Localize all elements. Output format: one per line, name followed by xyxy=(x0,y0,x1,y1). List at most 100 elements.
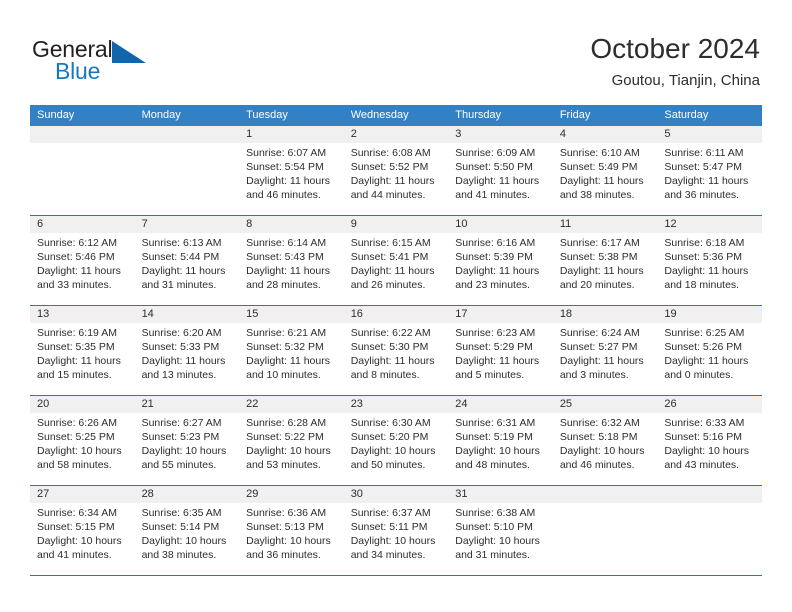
calendar-day-cell[interactable]: 16 Sunrise: 6:22 AM Sunset: 5:30 PM Dayligh… xyxy=(343,306,449,395)
day-number: 8 xyxy=(239,216,344,233)
calendar-day-cell[interactable]: 14 Sunrise: 6:20 AM Sunset: 5:33 PM Dayligh… xyxy=(134,306,240,395)
day-number: 25 xyxy=(552,396,658,413)
general-blue-logo[interactable]: General Blue xyxy=(32,36,162,86)
calendar-day-cell[interactable]: 18 Sunrise: 6:24 AM Sunset: 5:27 PM Dayligh… xyxy=(552,306,658,395)
day-details: Sunrise: 6:14 AM Sunset: 5:43 PM Daylight:… xyxy=(239,233,344,292)
day-number xyxy=(30,126,135,143)
day-details: Sunrise: 6:13 AM Sunset: 5:44 PM Daylight:… xyxy=(135,233,240,292)
day-details: Sunrise: 6:28 AM Sunset: 5:22 PM Daylight:… xyxy=(239,413,344,472)
day-details: Sunrise: 6:09 AM Sunset: 5:50 PM Daylight:… xyxy=(448,143,553,202)
calendar-day-cell[interactable]: 28 Sunrise: 6:35 AM Sunset: 5:14 PM Dayligh… xyxy=(134,486,240,575)
calendar-day-cell[interactable]: 23 Sunrise: 6:30 AM Sunset: 5:20 PM Dayligh… xyxy=(343,396,449,485)
sunset-text: Sunset: 5:52 PM xyxy=(350,161,429,173)
calendar-day-cell[interactable]: 24 Sunrise: 6:31 AM Sunset: 5:19 PM Dayligh… xyxy=(448,396,553,485)
weekday-header-sunday: Sunday xyxy=(37,109,75,121)
sunset-text: Sunset: 5:18 PM xyxy=(559,431,638,443)
sunrise-text: Sunrise: 6:30 AM xyxy=(350,417,431,429)
weekday-header-tuesday: Tuesday xyxy=(246,109,288,121)
day-number: 1 xyxy=(239,126,344,143)
calendar-day-cell[interactable]: 29 Sunrise: 6:36 AM Sunset: 5:13 PM Dayligh… xyxy=(239,486,344,575)
daylight-text: Daylight: 11 hours and 23 minutes. xyxy=(455,265,540,291)
day-details: Sunrise: 6:31 AM Sunset: 5:19 PM Daylight:… xyxy=(448,413,553,472)
calendar-day-cell[interactable]: 11 Sunrise: 6:17 AM Sunset: 5:38 PM Dayligh… xyxy=(552,216,658,305)
sunset-text: Sunset: 5:27 PM xyxy=(559,341,638,353)
day-details: Sunrise: 6:35 AM Sunset: 5:14 PM Daylight:… xyxy=(135,503,240,562)
day-details: Sunrise: 6:30 AM Sunset: 5:20 PM Daylight:… xyxy=(344,413,449,472)
sunset-text: Sunset: 5:14 PM xyxy=(141,521,220,533)
calendar-day-cell[interactable]: 12 Sunrise: 6:18 AM Sunset: 5:36 PM Dayligh… xyxy=(657,216,762,305)
sunset-text: Sunset: 5:16 PM xyxy=(664,431,743,443)
sunrise-text: Sunrise: 6:20 AM xyxy=(141,327,222,339)
daylight-text: Daylight: 10 hours and 31 minutes. xyxy=(455,535,540,561)
weekday-header-thursday: Thursday xyxy=(455,109,502,121)
calendar-day-cell[interactable]: 21 Sunrise: 6:27 AM Sunset: 5:23 PM Dayligh… xyxy=(134,396,240,485)
calendar-day-cell[interactable]: 25 Sunrise: 6:32 AM Sunset: 5:18 PM Dayligh… xyxy=(552,396,658,485)
calendar-day-cell[interactable]: 4 Sunrise: 6:10 AM Sunset: 5:49 PM Daylight… xyxy=(552,126,658,215)
calendar-day-cell[interactable]: 9 Sunrise: 6:15 AM Sunset: 5:41 PM Daylight… xyxy=(343,216,449,305)
day-number: 20 xyxy=(30,396,135,413)
daylight-text: Daylight: 10 hours and 34 minutes. xyxy=(350,535,436,561)
day-details: Sunrise: 6:08 AM Sunset: 5:52 PM Daylight:… xyxy=(344,143,449,202)
calendar-weeks: 1 Sunrise: 6:07 AM Sunset: 5:54 PM Daylight… xyxy=(30,126,762,576)
day-number: 7 xyxy=(134,216,240,233)
sunrise-text: Sunrise: 6:13 AM xyxy=(141,237,222,249)
calendar-day-cell[interactable]: 3 Sunrise: 6:09 AM Sunset: 5:50 PM Daylight… xyxy=(448,126,553,215)
daylight-text: Daylight: 11 hours and 26 minutes. xyxy=(350,265,435,291)
day-number: 18 xyxy=(552,306,658,323)
day-number: 13 xyxy=(30,306,135,323)
brand-name-blue: Blue xyxy=(55,58,101,84)
daylight-text: Daylight: 11 hours and 31 minutes. xyxy=(141,265,226,291)
daylight-text: Daylight: 10 hours and 48 minutes. xyxy=(455,445,540,471)
calendar-day-cell[interactable]: 1 Sunrise: 6:07 AM Sunset: 5:54 PM Daylight… xyxy=(239,126,344,215)
title-block: October 2024 Goutou, Tianjin, China xyxy=(590,32,760,91)
sunrise-text: Sunrise: 6:37 AM xyxy=(350,507,431,519)
sunset-text: Sunset: 5:11 PM xyxy=(350,521,428,533)
sunset-text: Sunset: 5:13 PM xyxy=(246,521,324,533)
calendar-day-cell[interactable]: 6 Sunrise: 6:12 AM Sunset: 5:46 PM Daylight… xyxy=(30,216,135,305)
calendar-day-cell[interactable]: 13 Sunrise: 6:19 AM Sunset: 5:35 PM Dayligh… xyxy=(30,306,135,395)
sunset-text: Sunset: 5:20 PM xyxy=(350,431,429,443)
daylight-text: Daylight: 11 hours and 5 minutes. xyxy=(455,355,540,381)
calendar-grid: Sunday Monday Tuesday Wednesday Thursday Frid… xyxy=(30,105,762,576)
page-header: General Blue October 2024 Goutou, Tianji… xyxy=(0,0,792,100)
calendar-day-cell[interactable]: 2 Sunrise: 6:08 AM Sunset: 5:52 PM Daylight… xyxy=(343,126,449,215)
sunrise-text: Sunrise: 6:16 AM xyxy=(455,237,536,249)
sunset-text: Sunset: 5:47 PM xyxy=(664,161,743,173)
day-details: Sunrise: 6:16 AM Sunset: 5:39 PM Daylight:… xyxy=(448,233,553,292)
sunrise-text: Sunrise: 6:10 AM xyxy=(559,147,640,159)
sunrise-text: Sunrise: 6:35 AM xyxy=(141,507,222,519)
calendar-day-cell[interactable]: 20 Sunrise: 6:26 AM Sunset: 5:25 PM Dayligh… xyxy=(30,396,135,485)
day-number: 12 xyxy=(657,216,762,233)
sunrise-text: Sunrise: 6:18 AM xyxy=(664,237,745,249)
calendar-day-cell[interactable]: 22 Sunrise: 6:28 AM Sunset: 5:22 PM Dayligh… xyxy=(239,396,344,485)
calendar-day-cell[interactable]: 5 Sunrise: 6:11 AM Sunset: 5:47 PM Daylight… xyxy=(657,126,762,215)
calendar-day-cell[interactable]: 31 Sunrise: 6:38 AM Sunset: 5:10 PM Dayligh… xyxy=(448,486,553,575)
day-details: Sunrise: 6:11 AM Sunset: 5:47 PM Daylight:… xyxy=(657,143,762,202)
calendar-day-cell-empty xyxy=(552,486,658,575)
weekday-header-wednesday: Wednesday xyxy=(350,109,409,121)
calendar-day-cell[interactable]: 10 Sunrise: 6:16 AM Sunset: 5:39 PM Dayligh… xyxy=(448,216,553,305)
calendar-day-cell-empty xyxy=(30,126,135,215)
sunset-text: Sunset: 5:50 PM xyxy=(455,161,533,173)
sunset-text: Sunset: 5:41 PM xyxy=(350,251,429,263)
calendar-day-cell[interactable]: 7 Sunrise: 6:13 AM Sunset: 5:44 PM Daylight… xyxy=(134,216,240,305)
calendar-day-cell[interactable]: 17 Sunrise: 6:23 AM Sunset: 5:29 PM Dayligh… xyxy=(448,306,553,395)
sunset-text: Sunset: 5:26 PM xyxy=(664,341,743,353)
weekday-header-row: Sunday Monday Tuesday Wednesday Thursday Frid… xyxy=(30,105,762,126)
calendar-day-cell[interactable]: 30 Sunrise: 6:37 AM Sunset: 5:11 PM Dayligh… xyxy=(343,486,449,575)
calendar-day-cell[interactable]: 15 Sunrise: 6:21 AM Sunset: 5:32 PM Dayligh… xyxy=(239,306,344,395)
daylight-text: Daylight: 11 hours and 15 minutes. xyxy=(37,355,121,381)
calendar-day-cell[interactable]: 19 Sunrise: 6:25 AM Sunset: 5:26 PM Dayligh… xyxy=(657,306,762,395)
daylight-text: Daylight: 11 hours and 10 minutes. xyxy=(246,355,330,381)
day-number: 4 xyxy=(552,126,658,143)
sunset-text: Sunset: 5:38 PM xyxy=(559,251,638,263)
calendar-day-cell[interactable]: 8 Sunrise: 6:14 AM Sunset: 5:43 PM Daylight… xyxy=(239,216,344,305)
day-number: 29 xyxy=(239,486,344,503)
sunset-text: Sunset: 5:30 PM xyxy=(350,341,429,353)
calendar-day-cell[interactable]: 27 Sunrise: 6:34 AM Sunset: 5:15 PM Dayligh… xyxy=(30,486,135,575)
day-details: Sunrise: 6:19 AM Sunset: 5:35 PM Daylight:… xyxy=(30,323,135,382)
daylight-text: Daylight: 10 hours and 38 minutes. xyxy=(141,535,227,561)
daylight-text: Daylight: 11 hours and 44 minutes. xyxy=(350,175,435,201)
calendar-day-cell[interactable]: 26 Sunrise: 6:33 AM Sunset: 5:16 PM Dayligh… xyxy=(657,396,762,485)
sunset-text: Sunset: 5:25 PM xyxy=(37,431,115,443)
